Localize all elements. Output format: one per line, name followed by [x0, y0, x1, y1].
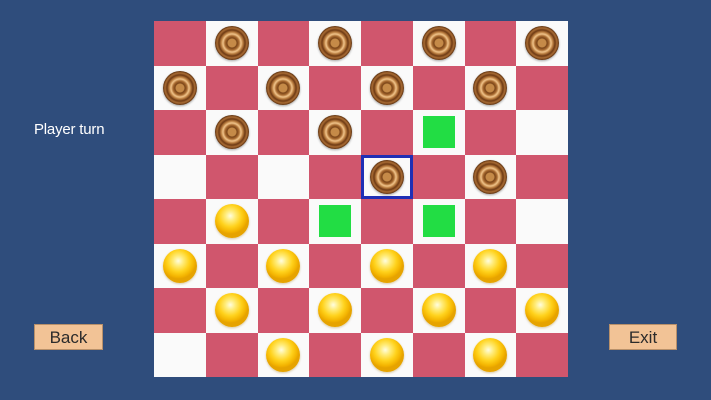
- board-square[interactable]: [154, 110, 206, 155]
- board-square[interactable]: [309, 332, 361, 377]
- board-square[interactable]: [257, 332, 310, 377]
- board-square[interactable]: [205, 199, 258, 244]
- board-square[interactable]: [257, 65, 310, 110]
- board-square[interactable]: [154, 65, 206, 110]
- board-square[interactable]: [309, 110, 361, 155]
- board-square[interactable]: [412, 332, 465, 377]
- board-square[interactable]: [205, 332, 258, 377]
- board-square[interactable]: [257, 154, 310, 199]
- brown-checker-piece[interactable]: [318, 115, 353, 150]
- board-square[interactable]: [309, 65, 361, 110]
- board-square[interactable]: [361, 110, 413, 155]
- board-square[interactable]: [205, 154, 258, 199]
- board-square[interactable]: [412, 154, 465, 199]
- brown-checker-piece-selected[interactable]: [369, 159, 404, 194]
- board-square[interactable]: [154, 243, 206, 288]
- yellow-checker-piece[interactable]: [266, 248, 301, 283]
- board-square[interactable]: [464, 288, 517, 333]
- board-square[interactable]: [257, 110, 310, 155]
- board-square[interactable]: [205, 243, 258, 288]
- board-square[interactable]: [464, 243, 517, 288]
- board-square[interactable]: [464, 65, 517, 110]
- board-square[interactable]: [361, 65, 413, 110]
- board-square[interactable]: [309, 154, 361, 199]
- board-square[interactable]: [205, 110, 258, 155]
- board-square[interactable]: [154, 288, 206, 333]
- board-square[interactable]: [257, 243, 310, 288]
- board-square[interactable]: [361, 243, 413, 288]
- board-square[interactable]: [309, 243, 361, 288]
- board-square[interactable]: [516, 288, 568, 333]
- brown-checker-piece[interactable]: [214, 115, 249, 150]
- board-square[interactable]: [154, 332, 206, 377]
- board-square[interactable]: [205, 21, 258, 66]
- brown-checker-piece[interactable]: [214, 26, 249, 61]
- yellow-checker-piece[interactable]: [473, 248, 508, 283]
- board-square[interactable]: [309, 288, 361, 333]
- board-square[interactable]: [361, 199, 413, 244]
- board-square[interactable]: [516, 199, 568, 244]
- board-square[interactable]: [361, 21, 413, 66]
- board-square[interactable]: [464, 110, 517, 155]
- board-square[interactable]: [309, 21, 361, 66]
- board-square[interactable]: [412, 243, 465, 288]
- yellow-checker-piece[interactable]: [214, 204, 249, 239]
- board-square[interactable]: [361, 154, 413, 199]
- move-target-square[interactable]: [412, 110, 465, 155]
- board-square[interactable]: [412, 21, 465, 66]
- board-square[interactable]: [205, 65, 258, 110]
- board-square[interactable]: [361, 288, 413, 333]
- board-square[interactable]: [257, 199, 310, 244]
- board-square[interactable]: [257, 21, 310, 66]
- board-square[interactable]: [464, 21, 517, 66]
- yellow-checker-piece[interactable]: [162, 248, 197, 283]
- yellow-checker-piece[interactable]: [318, 293, 353, 328]
- board-square[interactable]: [412, 65, 465, 110]
- board-square[interactable]: [464, 199, 517, 244]
- board-square[interactable]: [205, 288, 258, 333]
- brown-checker-piece[interactable]: [162, 70, 197, 105]
- brown-checker-piece[interactable]: [369, 70, 404, 105]
- turn-status-label: Player turn: [34, 121, 105, 138]
- brown-checker-piece[interactable]: [421, 26, 456, 61]
- move-target-square[interactable]: [309, 199, 361, 244]
- board-square[interactable]: [154, 154, 206, 199]
- move-target-square[interactable]: [412, 199, 465, 244]
- board-square[interactable]: [257, 288, 310, 333]
- board-square[interactable]: [516, 65, 568, 110]
- brown-checker-piece[interactable]: [318, 26, 353, 61]
- yellow-checker-piece[interactable]: [266, 337, 301, 372]
- yellow-checker-piece[interactable]: [369, 248, 404, 283]
- yellow-checker-piece[interactable]: [369, 337, 404, 372]
- checkers-board[interactable]: [154, 21, 568, 377]
- board-square[interactable]: [154, 21, 206, 66]
- yellow-checker-piece[interactable]: [473, 337, 508, 372]
- yellow-checker-piece[interactable]: [421, 293, 456, 328]
- board-square[interactable]: [516, 21, 568, 66]
- exit-button[interactable]: Exit: [609, 324, 677, 350]
- brown-checker-piece[interactable]: [266, 70, 301, 105]
- yellow-checker-piece[interactable]: [214, 293, 249, 328]
- board-square[interactable]: [516, 243, 568, 288]
- board-square[interactable]: [154, 199, 206, 244]
- board-square[interactable]: [516, 110, 568, 155]
- board-square[interactable]: [516, 332, 568, 377]
- board-square[interactable]: [464, 332, 517, 377]
- brown-checker-piece[interactable]: [525, 26, 560, 61]
- board-square[interactable]: [361, 332, 413, 377]
- board-square[interactable]: [464, 154, 517, 199]
- yellow-checker-piece[interactable]: [525, 293, 560, 328]
- board-square[interactable]: [412, 288, 465, 333]
- board-square[interactable]: [516, 154, 568, 199]
- brown-checker-piece[interactable]: [473, 70, 508, 105]
- back-button[interactable]: Back: [34, 324, 103, 350]
- brown-checker-piece[interactable]: [473, 159, 508, 194]
